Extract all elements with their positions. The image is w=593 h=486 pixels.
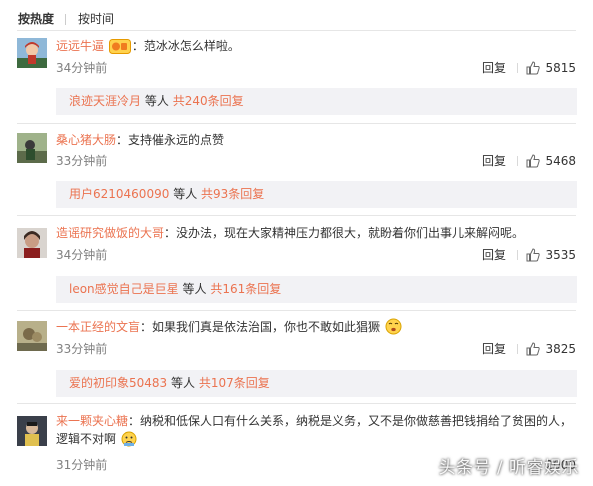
comment-username[interactable]: 来一颗夹心糖 — [56, 414, 128, 428]
like-count: 3535 — [545, 248, 576, 262]
comment-username[interactable]: 远远牛逼 — [56, 39, 104, 53]
comment-text: 一本正经的文盲：如果我们真是依法治国，你也不敢如此猖獗 — [56, 318, 583, 340]
comment-body: ：如果我们真是依法治国，你也不敢如此猖獗 — [140, 320, 381, 334]
reply-button[interactable]: 回复 — [482, 152, 506, 170]
comment-body: ：没办法，现在大家精神压力都很大，就盼着你们出事儿来解闷呢。 — [164, 226, 525, 240]
comment-time: 34分钟前 — [56, 61, 108, 75]
reply-button[interactable]: 回复 — [482, 59, 506, 77]
reply-button[interactable]: 回复 — [482, 246, 506, 264]
separator — [517, 156, 518, 166]
reply-suffix: 等人 — [171, 376, 196, 390]
comment-time: 31分钟前 — [56, 458, 108, 472]
reply-username[interactable]: 爱的初印象50483 — [69, 376, 167, 390]
avatar[interactable] — [17, 133, 47, 163]
divider — [17, 123, 576, 124]
smirk-face-icon — [385, 318, 402, 340]
comment-body: ：范冰冰怎么样啦。 — [131, 39, 240, 53]
avatar[interactable] — [17, 38, 47, 68]
like-button[interactable]: 3535 — [526, 246, 576, 264]
reply-summary[interactable]: 浪迹天涯冷月 等人 共240条回复 — [56, 88, 577, 115]
comment-text: 远远牛逼 ：范冰冰怎么样啦。 — [56, 37, 583, 59]
reply-suffix: 等人 — [173, 187, 198, 201]
like-count: 3825 — [545, 342, 576, 356]
comment-time: 33分钟前 — [56, 154, 108, 168]
vip-badge-icon — [108, 39, 131, 59]
like-count: 5815 — [545, 61, 576, 75]
comment-time: 34分钟前 — [56, 248, 108, 262]
reply-username[interactable]: 用户6210460090 — [69, 187, 169, 201]
sort-tabs: 按热度 按时间 — [18, 10, 114, 28]
comment-meta: 34分钟前 回复 5815 — [56, 59, 576, 77]
comment-time: 33分钟前 — [56, 342, 108, 356]
separator — [517, 250, 518, 260]
sad-face-icon — [121, 431, 137, 452]
comment-username[interactable]: 桑心猪大肠 — [56, 133, 116, 147]
sort-divider — [65, 13, 67, 25]
separator — [517, 63, 518, 73]
comment-username[interactable]: 一本正经的文盲 — [56, 320, 140, 334]
avatar[interactable] — [17, 228, 47, 258]
divider — [17, 403, 576, 404]
reply-summary[interactable]: 爱的初印象50483 等人 共107条回复 — [56, 370, 577, 397]
reply-summary[interactable]: leon感觉自己是巨星 等人 共161条回复 — [56, 276, 577, 303]
reply-username[interactable]: 浪迹天涯冷月 — [69, 94, 141, 108]
reply-button[interactable]: 回复 — [482, 340, 506, 358]
avatar[interactable] — [17, 321, 47, 351]
watermark: 头条号 / 听睿娱乐 — [438, 458, 579, 478]
reply-suffix: 等人 — [182, 282, 207, 296]
comment-text: 造谣研究做饭的大哥：没办法，现在大家精神压力都很大，就盼着你们出事儿来解闷呢。 — [56, 224, 583, 242]
sort-by-hot-tab[interactable]: 按热度 — [18, 10, 54, 28]
thumbs-up-icon — [526, 248, 541, 262]
like-count: 5468 — [545, 154, 576, 168]
reply-count[interactable]: 共93条回复 — [201, 187, 264, 201]
divider — [17, 30, 576, 31]
like-button[interactable]: 5815 — [526, 59, 576, 77]
comment-username[interactable]: 造谣研究做饭的大哥 — [56, 226, 164, 240]
avatar[interactable] — [17, 416, 47, 446]
reply-suffix: 等人 — [144, 94, 169, 108]
comment-text: 来一颗夹心糖：纳税和低保人口有什么关系，纳税是义务，又不是你做慈善把钱捐给了贫困… — [56, 412, 579, 452]
reply-username[interactable]: leon感觉自己是巨星 — [69, 282, 179, 296]
sort-by-time-tab[interactable]: 按时间 — [78, 10, 114, 28]
divider — [17, 310, 576, 311]
like-button[interactable]: 5468 — [526, 152, 576, 170]
like-button[interactable]: 3825 — [526, 340, 576, 358]
comment-body: ：支持催永远的点赞 — [116, 133, 225, 147]
comment-meta: 33分钟前 回复 5468 — [56, 152, 576, 170]
divider — [17, 215, 576, 216]
reply-count[interactable]: 共161条回复 — [210, 282, 281, 296]
comment-meta: 33分钟前 回复 3825 — [56, 340, 576, 358]
thumbs-up-icon — [526, 342, 541, 356]
reply-count[interactable]: 共107条回复 — [199, 376, 270, 390]
comment-meta: 34分钟前 回复 3535 — [56, 246, 576, 264]
thumbs-up-icon — [526, 61, 541, 75]
thumbs-up-icon — [526, 154, 541, 168]
separator — [517, 344, 518, 354]
reply-summary[interactable]: 用户6210460090 等人 共93条回复 — [56, 181, 577, 208]
reply-count[interactable]: 共240条回复 — [173, 94, 244, 108]
comment-text: 桑心猪大肠：支持催永远的点赞 — [56, 131, 583, 149]
